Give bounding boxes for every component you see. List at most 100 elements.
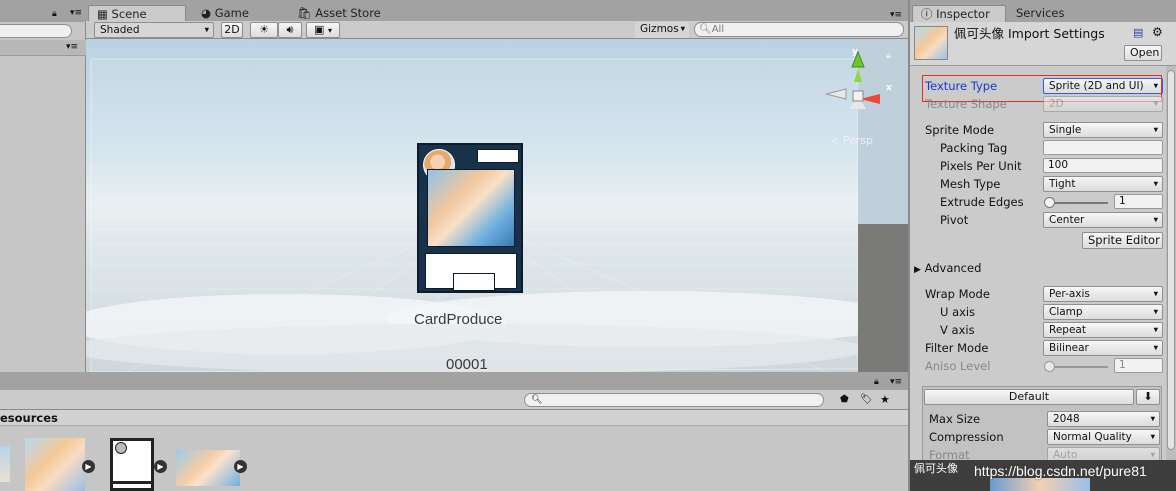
- hierarchy-menu-icon[interactable]: ▾≡: [66, 42, 78, 52]
- pixels-per-unit-input[interactable]: 100: [1043, 158, 1163, 173]
- card-art-image: [427, 169, 515, 247]
- speaker-icon: 🔊︎: [286, 23, 294, 36]
- persp-text: Persp: [842, 134, 873, 147]
- mesh-type-dropdown[interactable]: Tight: [1043, 176, 1163, 192]
- aniso-level-input: 1: [1114, 358, 1163, 373]
- card-bottom-tab: [453, 273, 495, 291]
- asset-expand-icon[interactable]: ▶: [82, 460, 95, 473]
- compression-dropdown[interactable]: Normal Quality: [1047, 429, 1160, 445]
- search-icon: 🔍︎: [699, 24, 712, 35]
- filter-mode-dropdown[interactable]: Bilinear: [1043, 340, 1163, 356]
- store-icon: 🛍︎: [297, 6, 312, 20]
- scene-search-input[interactable]: 🔍︎All: [694, 22, 904, 37]
- project-menu-icon[interactable]: ▾≡: [890, 377, 902, 387]
- platform-tab-default[interactable]: Default: [924, 389, 1134, 405]
- gizmo-axis-x-label: x: [886, 83, 892, 93]
- wrap-mode-dropdown[interactable]: Per-axis: [1043, 286, 1163, 302]
- tab-services[interactable]: Services: [1008, 5, 1073, 22]
- pacman-icon: ◕: [201, 6, 212, 20]
- extrude-edges-slider-track[interactable]: [1046, 202, 1108, 204]
- breadcrumb-folder[interactable]: esources: [0, 411, 58, 425]
- sprite-editor-button[interactable]: Sprite Editor: [1082, 232, 1163, 249]
- max-size-dropdown[interactable]: 2048: [1047, 411, 1160, 427]
- inspector-scrollbar-thumb[interactable]: [1167, 70, 1175, 450]
- max-size-label: Max Size: [929, 412, 981, 426]
- sprite-mode-label: Sprite Mode: [925, 123, 995, 137]
- effects-dropdown[interactable]: ▣ ▾: [306, 22, 340, 38]
- advanced-foldout[interactable]: ▶ Advanced: [914, 261, 981, 277]
- scene-lock-icon[interactable]: 🔒︎: [886, 51, 891, 61]
- settings-gear-icon[interactable]: ⚙: [1152, 25, 1163, 39]
- extrude-edges-input[interactable]: 1: [1114, 194, 1163, 209]
- aniso-level-label: Aniso Level: [925, 359, 991, 373]
- project-lock-icon[interactable]: 🔒︎: [874, 377, 879, 387]
- compression-label: Compression: [929, 430, 1004, 444]
- card-object[interactable]: [417, 143, 523, 293]
- project-search-input[interactable]: 🔍︎: [524, 393, 824, 407]
- tab-game[interactable]: ◕ Game: [193, 5, 257, 22]
- persp-chevron-icon: <: [830, 134, 840, 147]
- advanced-label: Advanced: [924, 261, 982, 275]
- open-button[interactable]: Open: [1124, 45, 1162, 61]
- grid-icon: ▦: [97, 7, 108, 21]
- texture-shape-label: Texture Shape: [925, 97, 1007, 111]
- frame-divider: [113, 481, 151, 484]
- extrude-edges-slider-thumb[interactable]: [1044, 197, 1055, 208]
- lock-icon[interactable]: 🔒︎: [52, 9, 57, 19]
- asset-preview-icon: [914, 26, 948, 60]
- tab-inspector-label: Inspector: [936, 7, 990, 21]
- gizmos-dropdown[interactable]: Gizmos: [635, 22, 689, 38]
- tab-services-label: Services: [1016, 6, 1065, 20]
- favorites-star-icon[interactable]: ★: [880, 393, 890, 406]
- wrap-mode-label: Wrap Mode: [925, 287, 990, 301]
- panel-menu-icon[interactable]: ▾≡: [70, 8, 82, 18]
- help-book-icon[interactable]: ▤: [1133, 26, 1143, 39]
- v-axis-dropdown[interactable]: Repeat: [1043, 322, 1163, 338]
- scene-orientation-gizmo[interactable]: [820, 49, 896, 119]
- filter-by-label-icon[interactable]: 🏷︎: [860, 394, 873, 405]
- pixels-per-unit-label: Pixels Per Unit: [940, 159, 1022, 173]
- asset-thumb-card-frame[interactable]: [110, 438, 154, 491]
- tab-scene[interactable]: ▦ Scene: [88, 5, 186, 22]
- card-title-text: CardProduce: [414, 311, 503, 328]
- hierarchy-search-input[interactable]: [0, 24, 72, 38]
- u-axis-label: U axis: [940, 305, 976, 319]
- v-axis-label: V axis: [940, 323, 975, 337]
- filter-mode-label: Filter Mode: [925, 341, 989, 355]
- search-icon: 🔍︎: [531, 395, 543, 405]
- u-axis-dropdown[interactable]: Clamp: [1043, 304, 1163, 320]
- aniso-level-slider-thumb: [1044, 361, 1055, 372]
- card-number-text: 00001: [446, 356, 488, 372]
- asset-expand-icon[interactable]: ▶: [234, 460, 247, 473]
- asset-expand-icon[interactable]: ▶: [154, 460, 167, 473]
- audio-toggle[interactable]: 🔊︎: [278, 22, 302, 38]
- asset-thumb-card-art[interactable]: [176, 450, 240, 486]
- asset-thumb-avatar[interactable]: [25, 438, 85, 491]
- extrude-edges-label: Extrude Edges: [940, 195, 1024, 209]
- tab-asset-store-label: Asset Store: [315, 6, 381, 20]
- project-tabbar: [0, 372, 910, 390]
- chevron-down-icon: ▾: [327, 26, 332, 35]
- pivot-label: Pivot: [940, 213, 969, 227]
- hierarchy-panel: 🔒︎ ▾≡ ▾≡: [0, 0, 86, 372]
- frame-circle: [115, 442, 127, 454]
- preview-image: [990, 478, 1090, 491]
- packing-tag-input[interactable]: [1043, 140, 1163, 155]
- filter-by-type-icon[interactable]: ⬟: [840, 394, 849, 405]
- tab-asset-store[interactable]: 🛍︎ Asset Store: [289, 5, 389, 22]
- persp-label[interactable]: < Persp: [830, 134, 873, 147]
- texture-shape-dropdown: 2D: [1043, 96, 1163, 112]
- watermark-text: https://blog.csdn.net/pure81: [974, 463, 1147, 479]
- pivot-dropdown[interactable]: Center: [1043, 212, 1163, 228]
- shading-mode-dropdown[interactable]: Shaded: [94, 22, 214, 38]
- sun-icon: ☀: [259, 23, 269, 36]
- scene-menu-icon[interactable]: ▾≡: [890, 10, 902, 20]
- scene-viewport[interactable]: CardProduce 00001 y x < Persp 🔒︎: [86, 39, 908, 372]
- platform-download-icon[interactable]: ⬇: [1136, 389, 1160, 405]
- mode-2d-toggle[interactable]: 2D: [221, 22, 243, 38]
- lighting-toggle[interactable]: ☀: [250, 22, 278, 38]
- tab-inspector[interactable]: ⓘ Inspector: [912, 5, 1006, 22]
- preview-name: 佩可头像: [914, 462, 958, 475]
- sprite-mode-dropdown[interactable]: Single: [1043, 122, 1163, 138]
- asset-thumb-partial[interactable]: [0, 446, 10, 482]
